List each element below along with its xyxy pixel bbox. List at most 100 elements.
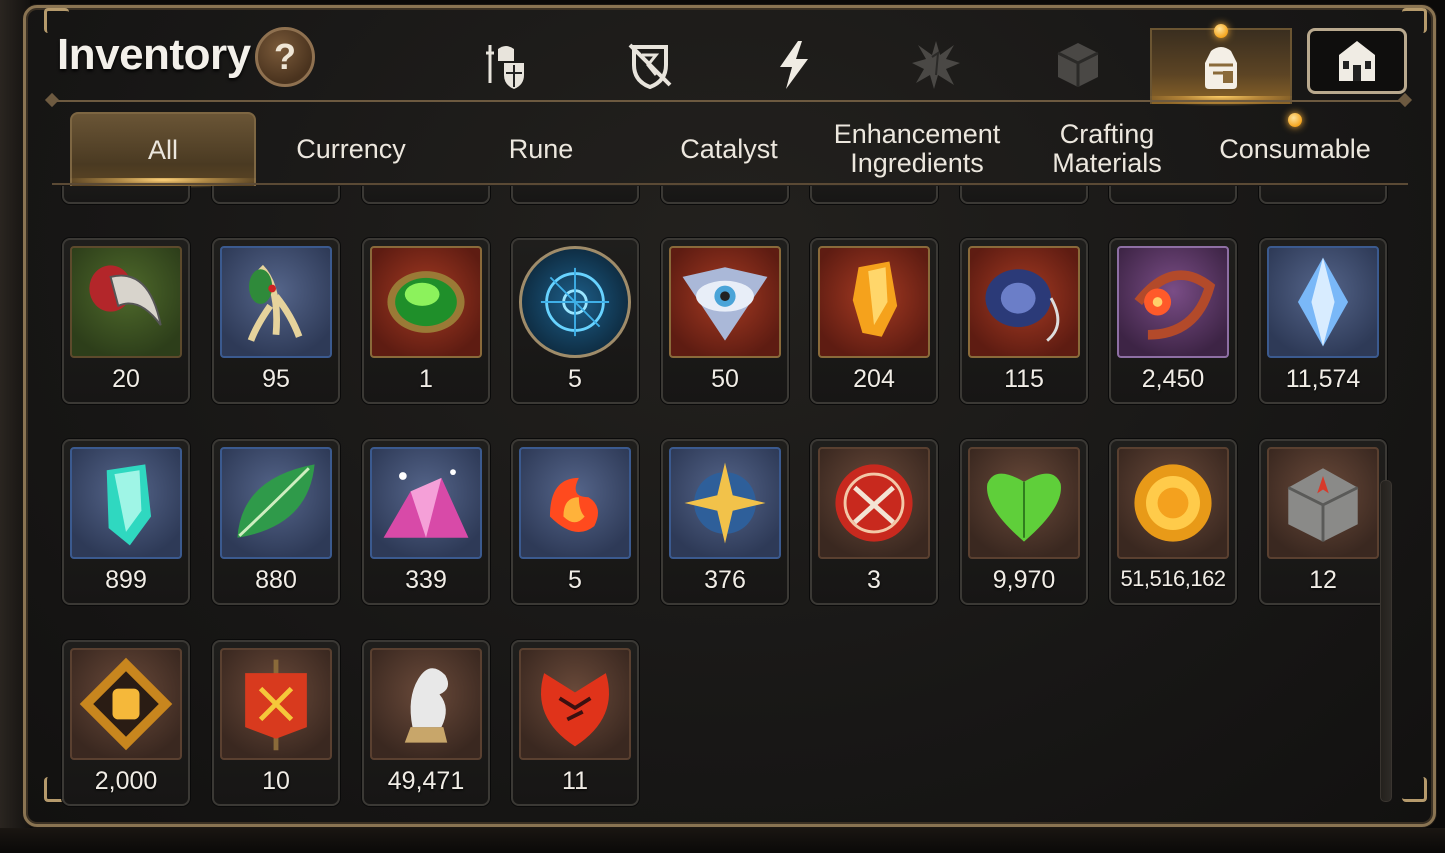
item-slot[interactable]: 899 (62, 439, 190, 605)
item-slot[interactable]: 95 (212, 238, 340, 404)
item-quantity: 1 (419, 365, 433, 393)
item-slot[interactable]: 49,471 (362, 640, 490, 806)
gold-coin-icon (1117, 447, 1229, 559)
teal-crystal-icon (70, 447, 182, 559)
item-slot[interactable]: 1 (362, 238, 490, 404)
tab-label: Rune (508, 133, 574, 164)
green-heart-icon (968, 447, 1080, 559)
item-quantity: 2,450 (1141, 365, 1205, 393)
item-quantity: 115 (1004, 365, 1044, 393)
item-slot-partial[interactable]: 16 (1109, 186, 1237, 204)
help-button[interactable]: ? (255, 27, 315, 87)
tab-hero-gear[interactable] (466, 30, 546, 100)
item-slot[interactable]: 12 (1259, 439, 1387, 605)
item-slot[interactable]: 50 (661, 238, 789, 404)
cube-icon (1057, 43, 1099, 87)
flame-pendant-icon (519, 447, 631, 559)
item-slot[interactable]: 376 (661, 439, 789, 605)
item-slot[interactable]: 204 (810, 238, 938, 404)
frame-corner (1402, 8, 1427, 33)
blue-crystal-icon (1267, 246, 1379, 358)
tab-enhancement-ingredients[interactable]: Enhancement Ingredients (824, 112, 1010, 186)
flower-ring-icon (1117, 246, 1229, 358)
item-quantity: 5 (568, 566, 582, 594)
item-slot[interactable]: 880 (212, 439, 340, 605)
fist-emblem-icon (70, 648, 182, 760)
green-gem-icon (370, 246, 482, 358)
item-quantity: 10 (262, 767, 290, 795)
page-title: Inventory (57, 30, 251, 79)
item-slot[interactable]: 51,516,162 (1109, 439, 1237, 605)
header-divider (52, 100, 1408, 102)
item-slot[interactable]: 9,970 (960, 439, 1088, 605)
claw-icon (70, 246, 182, 358)
item-quantity: 899 (105, 566, 147, 594)
item-quantity: 50 (711, 365, 739, 393)
item-quantity: 51,516,162 (1120, 566, 1226, 591)
item-slot[interactable]: 115 (960, 238, 1088, 404)
item-slot[interactable]: 11,574 (1259, 238, 1387, 404)
knight-shield-icon (486, 45, 524, 89)
item-slot[interactable]: 2,000 (62, 640, 190, 806)
tab-label: Catalyst (680, 133, 778, 164)
scrollbar[interactable] (1380, 480, 1392, 802)
war-banner-icon (220, 648, 332, 760)
ginseng-root-icon (220, 246, 332, 358)
item-quantity: 12 (1309, 566, 1337, 594)
item-slot[interactable]: 11 (511, 640, 639, 806)
blue-rune-orb-icon (519, 246, 631, 358)
tab-currency[interactable]: Currency (258, 112, 444, 186)
item-quantity: 9,970 (992, 566, 1056, 594)
tab-catalyst[interactable]: Catalyst (636, 112, 822, 186)
item-quantity: 880 (255, 566, 297, 594)
item-slot-partial[interactable]: 25 (62, 186, 190, 204)
item-quantity: 2,000 (94, 767, 158, 795)
castle-icon (1339, 41, 1375, 81)
item-slot-partial[interactable]: 16 (661, 186, 789, 204)
item-slot-partial[interactable]: 3 (511, 186, 639, 204)
lightning-icon (780, 41, 808, 89)
amber-shard-icon (818, 246, 930, 358)
item-quantity: 204 (853, 365, 895, 393)
tab-label: Crafting Materials (1052, 119, 1162, 178)
notification-badge (1214, 24, 1228, 38)
tab-label: All (147, 134, 178, 165)
item-slot[interactable]: 5 (511, 439, 639, 605)
red-seal-icon (818, 447, 930, 559)
tab-bag[interactable] (1150, 28, 1292, 104)
tab-burst[interactable] (896, 30, 976, 100)
item-grid: 2525131614141616209515502041152,45011,57… (52, 186, 1392, 816)
item-slot-partial[interactable]: 16 (1259, 186, 1387, 204)
eye-crest-icon (669, 246, 781, 358)
tab-label: Enhancement Ingredients (833, 119, 1001, 178)
tab-shield[interactable] (610, 30, 690, 100)
tab-all[interactable]: All (70, 112, 256, 186)
item-quantity: 11,574 (1285, 365, 1361, 393)
item-slot-partial[interactable]: 14 (960, 186, 1088, 204)
burst-icon (912, 41, 960, 89)
item-slot[interactable]: 20 (62, 238, 190, 404)
tab-divider (52, 183, 1408, 185)
item-slot[interactable]: 5 (511, 238, 639, 404)
tab-label: Currency (296, 133, 406, 164)
item-slot-partial[interactable]: 14 (810, 186, 938, 204)
item-slot[interactable]: 2,450 (1109, 238, 1237, 404)
item-slot[interactable]: 3 (810, 439, 938, 605)
item-quantity: 95 (262, 365, 290, 393)
tab-guild[interactable] (1307, 28, 1407, 94)
backpack-icon (1205, 47, 1237, 89)
item-slot-partial[interactable]: 25 (212, 186, 340, 204)
item-slot[interactable]: 339 (362, 439, 490, 605)
item-slot-partial[interactable]: 1 (362, 186, 490, 204)
stone-compass-icon (1267, 447, 1379, 559)
star-pendant-icon (669, 447, 781, 559)
tab-cube[interactable] (1038, 30, 1118, 100)
notification-badge (1288, 113, 1302, 127)
tab-skill[interactable] (754, 30, 834, 100)
tab-rune[interactable]: Rune (448, 112, 634, 186)
item-slot[interactable]: 10 (212, 640, 340, 806)
knight-chess-icon (370, 648, 482, 760)
tab-crafting-materials[interactable]: Crafting Materials (1014, 112, 1200, 186)
background-bottom (0, 828, 1445, 853)
frame-corner (1402, 777, 1427, 802)
